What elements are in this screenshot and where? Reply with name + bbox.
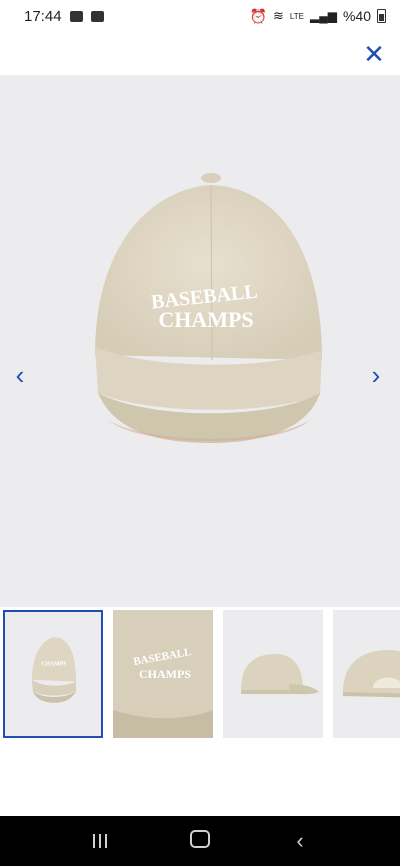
thumb-closeup-text2: CHAMPS [139,667,191,681]
home-icon [190,830,210,848]
close-button[interactable]: ✕ [360,38,388,69]
thumb-cap-text: CHAMPS [41,661,66,667]
cap-text-line2: CHAMPS [158,307,253,332]
status-left: 17:44 [24,8,104,25]
thumbnail-closeup[interactable]: BASEBALL CHAMPS [113,610,213,738]
signal-icon: ▂▄▆ [310,9,337,23]
battery-text: %40 [342,8,371,24]
back-icon: ‹ [296,828,304,853]
status-right: ⏰ ≋ LTE ▂▄▆ %40 [250,8,386,25]
status-bar: 17:44 ⏰ ≋ LTE ▂▄▆ %40 [0,0,400,32]
status-time: 17:44 [24,7,62,25]
battery-icon [377,9,386,23]
thumbnail-back-image [343,650,400,698]
alarm-icon: ⏰ [249,7,268,24]
thumbnail-front-image: CHAMPS [31,637,77,703]
recents-icon [93,834,107,848]
cap-front-image: BASEBALL CHAMPS [95,173,322,443]
previous-image-button[interactable]: ‹ [6,360,34,390]
thumbnail-closeup-image: BASEBALL CHAMPS [113,610,213,738]
app-icon [90,10,104,22]
thumbnail-strip: CHAMPS BASEBALL CHAMPS [0,610,400,742]
back-button[interactable]: ‹ [280,828,320,854]
chevron-right-icon: › [371,359,381,390]
next-image-button[interactable]: › [362,360,390,390]
thumbnail-back[interactable] [333,610,400,738]
thumbnail-side-image [241,654,319,695]
thumbnail-side[interactable] [223,610,323,738]
close-icon: ✕ [363,38,385,69]
chevron-left-icon: ‹ [15,359,25,390]
photo-icon [69,10,83,22]
home-button[interactable] [180,828,220,854]
recents-button[interactable] [80,828,120,854]
thumbnail-front[interactable]: CHAMPS [3,610,103,738]
network-label: LTE [289,11,304,21]
wifi-icon: ≋ [273,8,284,23]
main-product-image[interactable]: BASEBALL CHAMPS [0,75,400,607]
system-navigation-bar: ‹ [0,816,400,866]
